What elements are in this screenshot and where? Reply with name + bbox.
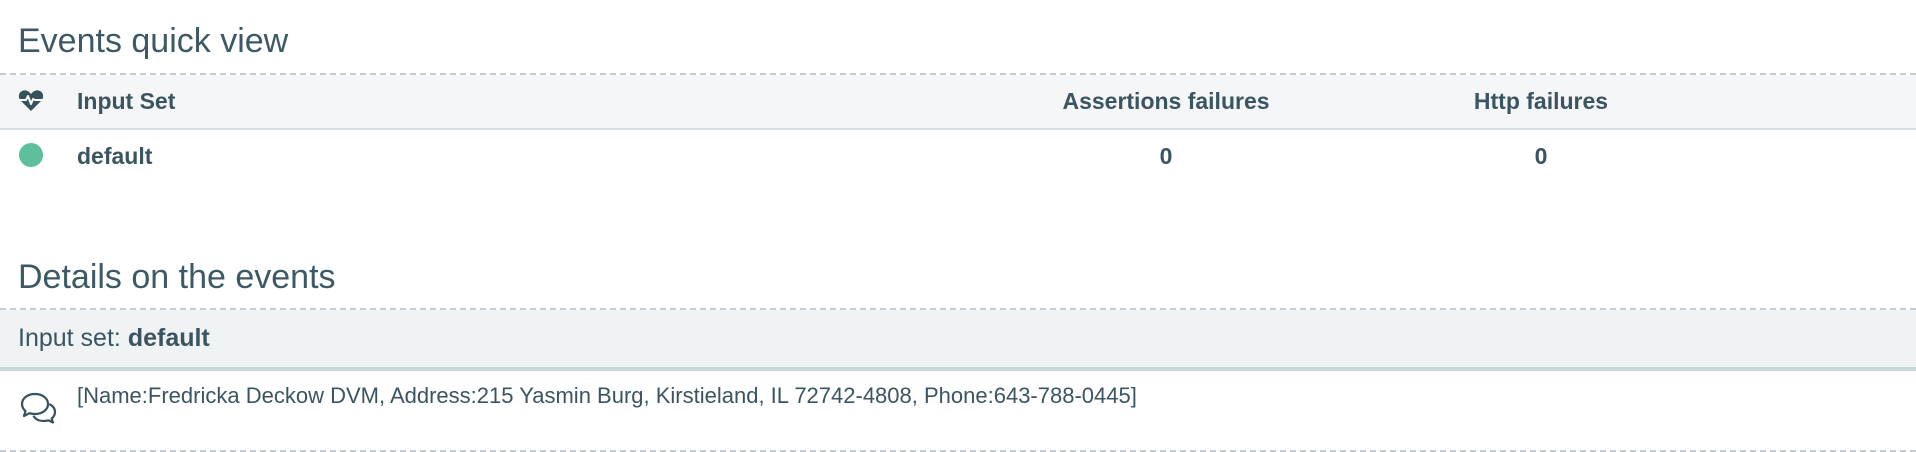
- row-assertions-failures: 0: [1159, 143, 1173, 169]
- row-input-set: default: [77, 143, 153, 169]
- comments-icon: [19, 392, 57, 429]
- status-success-icon: [19, 143, 43, 167]
- event-text: [Name:Fredricka Deckow DVM, Address:215 …: [77, 383, 1137, 408]
- column-header-http-failures[interactable]: Http failures: [1474, 75, 1608, 128]
- events-quick-view-title: Events quick view: [18, 22, 289, 60]
- input-set-bar: Input set: default: [0, 310, 1916, 371]
- table-header: Input Set Assertions failures Http failu…: [0, 75, 1916, 128]
- input-set-heading: Input set: default: [18, 310, 210, 367]
- details-title: Details on the events: [18, 258, 336, 296]
- page: Events quick view Input Set Assertions f…: [0, 0, 1916, 452]
- input-set-label: Input set:: [18, 324, 121, 352]
- heart-pulse-icon: [18, 88, 44, 119]
- row-http-failures: 0: [1534, 143, 1548, 169]
- column-header-assertions-failures[interactable]: Assertions failures: [1062, 75, 1269, 128]
- column-header-input-set[interactable]: Input Set: [77, 75, 175, 128]
- input-set-value: default: [127, 324, 210, 352]
- header-divider: [0, 128, 1916, 130]
